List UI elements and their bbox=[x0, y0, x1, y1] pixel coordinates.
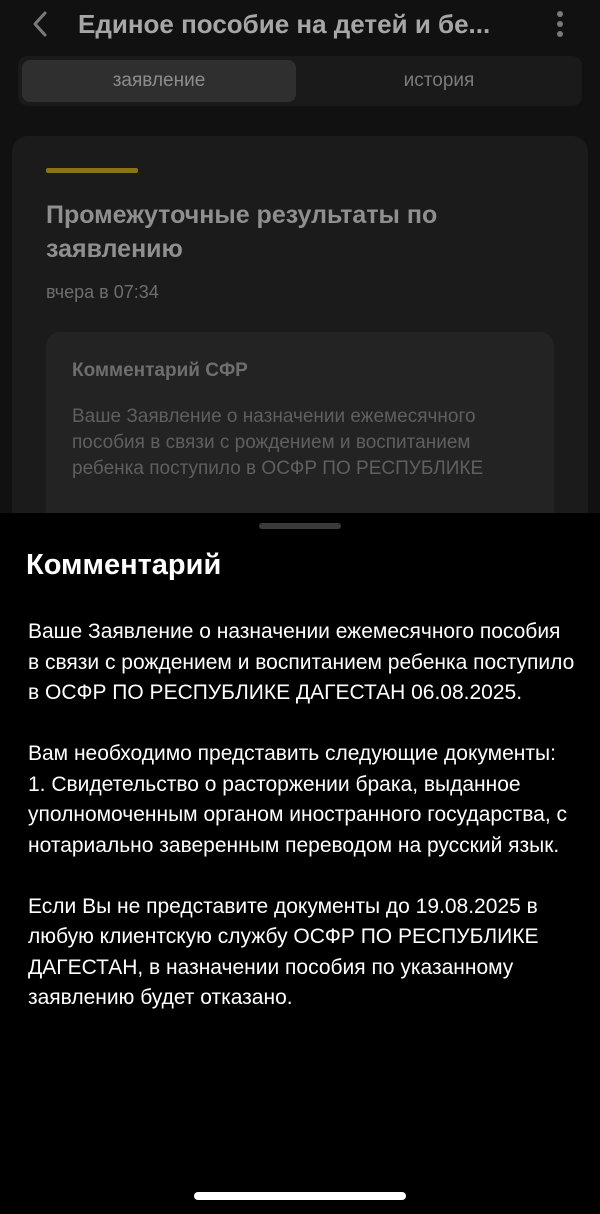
tab-application[interactable]: заявление bbox=[22, 60, 296, 102]
sheet-paragraph: Ваше Заявление о назначении ежемесячного… bbox=[28, 620, 575, 704]
more-menu-button[interactable] bbox=[546, 4, 574, 44]
comment-preview-text: Ваше Заявление о назначении ежемесячного… bbox=[72, 406, 484, 479]
page-title: Единое пособие на детей и бе... bbox=[78, 9, 491, 39]
sheet-body: Ваше Заявление о назначении ежемесячного… bbox=[28, 617, 576, 1044]
chevron-left-icon bbox=[33, 11, 47, 37]
tab-history[interactable]: история bbox=[300, 60, 578, 102]
card-timestamp: вчера в 07:34 bbox=[46, 282, 159, 302]
segmented-tabs: заявление история bbox=[18, 56, 582, 106]
vertical-ellipsis-icon bbox=[557, 11, 563, 37]
result-card[interactable]: Промежуточные результаты по заявлению вч… bbox=[12, 136, 588, 556]
card-accent-bar bbox=[46, 168, 138, 173]
sheet-list-item: 1. Свидетельство о расторжении брака, вы… bbox=[28, 772, 567, 857]
home-indicator[interactable] bbox=[194, 1192, 406, 1200]
sheet-title: Комментарий bbox=[26, 549, 222, 581]
back-button[interactable] bbox=[22, 4, 58, 44]
comment-preview-title: Комментарий СФР bbox=[72, 360, 248, 381]
sheet-paragraph: Вам необходимо представить следующие док… bbox=[28, 742, 556, 765]
sheet-paragraph: Если Вы не представите документы до 19.0… bbox=[28, 894, 539, 1010]
card-title: Промежуточные результаты по заявлению bbox=[46, 201, 438, 263]
comment-bottom-sheet: Комментарий Ваше Заявление о назначении … bbox=[0, 513, 600, 1214]
sheet-grabber-handle[interactable] bbox=[259, 523, 341, 529]
top-bar: Единое пособие на детей и бе... bbox=[0, 0, 600, 50]
